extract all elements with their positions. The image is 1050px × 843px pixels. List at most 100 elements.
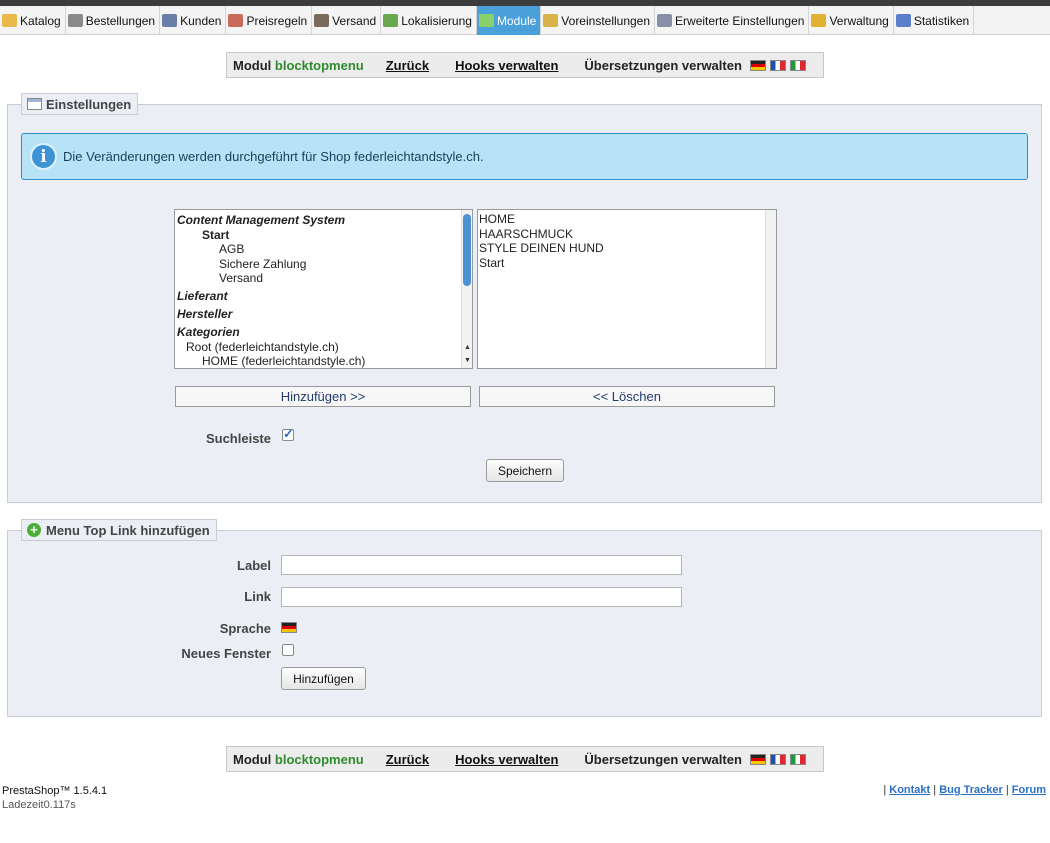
footer-version-info: PrestaShop™ 1.5.4.1 Ladezeit0.117s — [2, 784, 107, 812]
contact-link[interactable]: Kontakt — [889, 784, 930, 796]
tab-verwaltung[interactable]: Verwaltung — [809, 6, 894, 35]
manage-translations-label: Übersetzungen verwalten — [584, 57, 742, 73]
tab-voreinstellungen[interactable]: Voreinstellungen — [541, 6, 656, 35]
tab-label: Katalog — [20, 13, 61, 28]
available-item[interactable]: HOME (federleichtandstyle.ch) — [177, 354, 472, 368]
tab-kunden[interactable]: Kunden — [160, 6, 227, 35]
tab-erweiterte-einstellungen[interactable]: Erweiterte Einstellungen — [655, 6, 810, 35]
scrollbar-thumb[interactable] — [463, 214, 471, 286]
available-item[interactable]: Sichere Zahlung — [177, 257, 472, 272]
globe-icon — [383, 14, 399, 27]
tab-label: Kunden — [180, 13, 222, 28]
flag-de-icon[interactable] — [749, 753, 766, 765]
manage-hooks-link-bottom[interactable]: Hooks verwalten — [455, 752, 558, 767]
available-item[interactable]: Start — [177, 228, 472, 243]
link-input[interactable] — [281, 587, 682, 607]
tab-label: Bestellungen — [85, 13, 156, 28]
selected-items-list[interactable]: HOME HAARSCHMUCK STYLE DEINEN HUND Start — [477, 209, 777, 369]
bar-chart-icon — [895, 14, 911, 27]
scroll-up-arrow-icon[interactable]: ▲ — [462, 344, 472, 351]
manage-hooks-link[interactable]: Hooks verwalten — [455, 58, 558, 73]
module-title: Modul blocktopmenu — [233, 57, 364, 73]
remove-item-button[interactable]: << Löschen — [479, 386, 775, 407]
available-item[interactable]: Kategorien — [177, 325, 472, 340]
search-bar-label: Suchleiste — [205, 431, 271, 446]
tab-label: Lokalisierung — [401, 13, 472, 28]
module-title-bottom: Modul blocktopmenu — [233, 751, 364, 767]
tab-statistiken[interactable]: Statistiken — [894, 6, 975, 35]
folder-icon — [2, 14, 17, 27]
tab-katalog[interactable]: Katalog — [0, 6, 66, 35]
tab-label: Versand — [332, 13, 377, 28]
tab-module[interactable]: Module — [476, 6, 542, 35]
available-item[interactable]: Hersteller — [177, 307, 472, 322]
label-input[interactable] — [281, 555, 682, 575]
tab-versand[interactable]: Versand — [312, 6, 382, 35]
language-flag-de-icon[interactable] — [281, 622, 297, 633]
tab-label: Statistiken — [913, 13, 970, 28]
tab-label: Erweiterte Einstellungen — [675, 13, 805, 28]
available-item[interactable]: Content Management System — [177, 213, 472, 228]
flag-fr-icon[interactable] — [769, 753, 786, 765]
search-bar-checkbox[interactable] — [282, 426, 294, 442]
flag-it-icon[interactable] — [789, 59, 806, 71]
version-text: PrestaShop™ 1.5.4.1 — [2, 785, 108, 797]
link-field-label: Link — [244, 589, 271, 604]
flag-it-icon[interactable] — [789, 753, 806, 765]
available-item[interactable]: AGB — [177, 242, 472, 257]
back-link[interactable]: Zurück — [386, 58, 429, 73]
add-circle-icon: + — [27, 523, 41, 537]
settings-legend: Einstellungen — [21, 93, 139, 115]
new-window-label: Neues Fenster — [181, 646, 271, 661]
user-icon — [162, 14, 178, 27]
wrench-icon — [657, 14, 673, 27]
tab-label: Voreinstellungen — [561, 13, 651, 28]
selected-item[interactable]: Start — [479, 256, 776, 271]
label-field-label: Label — [237, 558, 271, 573]
bug-tracker-link[interactable]: Bug Tracker — [939, 784, 1003, 796]
save-button[interactable]: Speichern — [486, 459, 564, 482]
shop-info-box: i Die Veränderungen werden durchgeführt … — [21, 133, 1028, 180]
truck-icon — [314, 14, 330, 27]
tab-label: Preisregeln — [246, 13, 308, 28]
tab-label: Verwaltung — [829, 13, 889, 28]
preferences-icon — [543, 14, 559, 27]
add-link-legend: + Menu Top Link hinzufügen — [21, 519, 217, 541]
load-time-text: Ladezeit0.117s — [2, 799, 76, 811]
shop-info-text: Die Veränderungen werden durchgeführt fü… — [63, 149, 484, 164]
available-items-list[interactable]: Content Management System Start AGB Sichere… — [174, 209, 473, 369]
footer-links: | Kontakt | Bug Tracker | Forum — [883, 784, 1046, 796]
window-icon — [27, 98, 42, 110]
selected-items-scrollbar[interactable] — [765, 210, 776, 368]
new-window-checkbox[interactable] — [282, 644, 294, 656]
add-link-legend-label: Menu Top Link hinzufügen — [46, 522, 210, 538]
add-item-button[interactable]: Hinzufügen >> — [175, 386, 471, 407]
selected-item[interactable]: STYLE DEINEN HUND — [479, 241, 776, 256]
info-icon: i — [30, 143, 57, 170]
main-tab-bar: Katalog Bestellungen Kunden Preisregeln Vers… — [0, 6, 1050, 35]
forum-link[interactable]: Forum — [1012, 784, 1046, 796]
selected-item[interactable]: HAARSCHMUCK — [479, 227, 776, 242]
language-label: Sprache — [219, 621, 271, 636]
add-link-button[interactable]: Hinzufügen — [281, 667, 366, 690]
settings-legend-label: Einstellungen — [46, 96, 132, 112]
module-footer-bar: Modul blocktopmenu Zurück Hooks verwalte… — [226, 746, 824, 772]
price-rule-icon — [228, 14, 244, 27]
selected-item[interactable]: HOME — [479, 212, 776, 227]
available-items-scrollbar[interactable]: ▲ ▼ — [461, 210, 472, 368]
module-header-bar: Modul blocktopmenu Zurück Hooks verwalte… — [226, 52, 824, 78]
available-item[interactable]: Root (federleichtandstyle.ch) — [177, 340, 472, 355]
tab-bestellungen[interactable]: Bestellungen — [66, 6, 161, 35]
flag-fr-icon[interactable] — [769, 59, 786, 71]
tab-lokalisierung[interactable]: Lokalisierung — [381, 6, 477, 35]
tab-label: Module — [496, 13, 537, 28]
scroll-down-arrow-icon[interactable]: ▼ — [462, 357, 472, 364]
available-item[interactable]: Lieferant — [177, 289, 472, 304]
cart-icon — [67, 14, 83, 27]
flag-de-icon[interactable] — [749, 59, 766, 71]
tab-preisregeln[interactable]: Preisregeln — [226, 6, 313, 35]
back-link-bottom[interactable]: Zurück — [386, 752, 429, 767]
key-icon — [811, 14, 827, 27]
manage-translations-label-bottom: Übersetzungen verwalten — [584, 751, 742, 767]
available-item[interactable]: Versand — [177, 271, 472, 286]
